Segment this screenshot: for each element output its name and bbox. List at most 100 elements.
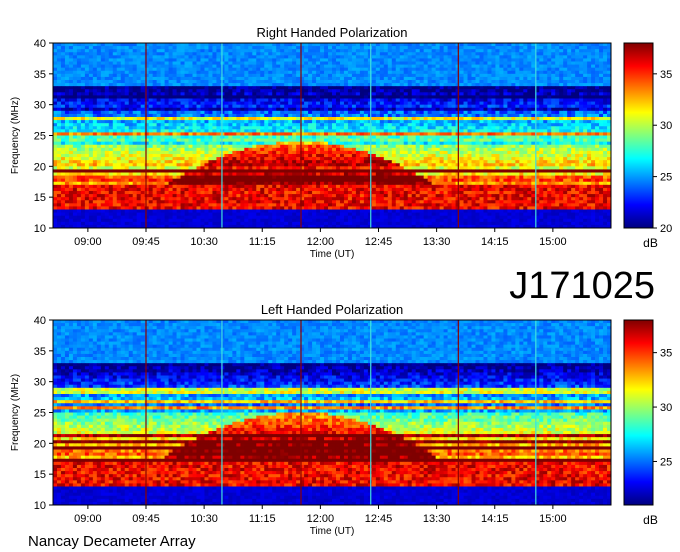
spectrogram-cell [152, 150, 158, 155]
spectrogram-cell [164, 110, 169, 115]
spectrogram-cell [451, 73, 456, 78]
spectrogram-cell [116, 110, 122, 115]
spectrogram-cell [343, 83, 349, 87]
spectrogram-cell [543, 98, 548, 102]
spectrogram-cell [363, 80, 369, 84]
spectrogram-cell [68, 147, 74, 152]
spectrogram-cell [320, 101, 325, 106]
spectrogram-cell [335, 86, 341, 90]
spectrogram-cell [156, 123, 162, 127]
spectrogram-cell [120, 138, 126, 143]
spectrogram-cell [184, 126, 189, 130]
spectrogram-cell [359, 132, 365, 136]
spectrogram-cell [483, 138, 488, 143]
spectrogram-cell [543, 113, 548, 118]
spectrogram-cell [324, 43, 329, 47]
spectrogram-cell [228, 86, 233, 90]
spectrogram-cell [411, 86, 417, 90]
spectrogram-cell [367, 52, 373, 56]
spectrogram-cell [200, 61, 205, 65]
spectrogram-cell [276, 58, 281, 62]
spectrogram-cell [439, 123, 444, 127]
spectrogram-cell [451, 89, 456, 93]
spectrogram-cell [324, 70, 329, 75]
spectrogram-cell [523, 147, 528, 152]
spectrogram-cell [248, 64, 253, 69]
spectrogram-cell [228, 107, 233, 112]
spectrogram-cell [523, 49, 528, 53]
spectrogram-cell [192, 110, 197, 115]
spectrogram-cell [104, 70, 110, 75]
spectrogram-cell [599, 67, 604, 72]
spectrogram-cell [343, 123, 349, 127]
spectrogram-cell [487, 61, 492, 65]
spectrogram-cell [467, 61, 472, 65]
spectrogram-cell [216, 89, 221, 93]
spectrogram-cell [443, 135, 448, 139]
spectrogram-cell [411, 70, 417, 75]
spectrogram-cell [471, 144, 476, 149]
spectrogram-cell [399, 86, 405, 90]
spectrogram-cell [579, 58, 584, 62]
spectrogram-cell [595, 83, 600, 87]
spectrogram-cell [200, 117, 205, 121]
spectrogram-cell [563, 107, 568, 112]
spectrogram-cell [144, 147, 150, 152]
spectrogram-cell [224, 64, 229, 69]
spectrogram-cell [423, 120, 429, 124]
spectrogram-cell [447, 126, 452, 130]
spectrogram-cell [332, 55, 337, 59]
spectrogram-cell [128, 64, 134, 69]
spectrogram-cell [451, 92, 456, 96]
spectrogram-cell [479, 58, 484, 62]
spectrogram-cell [184, 98, 189, 102]
spectrogram-cell [579, 61, 584, 65]
spectrogram-cell [148, 83, 154, 87]
spectrogram-cell [447, 86, 452, 90]
spectrogram-cell [395, 101, 401, 106]
spectrogram-cell [172, 61, 177, 65]
spectrogram-cell [407, 86, 413, 90]
spectrogram-cell [212, 120, 217, 124]
spectrogram-cell [487, 49, 492, 53]
spectrogram-cell [427, 52, 433, 56]
spectrogram-cell [463, 76, 468, 81]
spectrogram-cell [539, 138, 544, 143]
spectrogram-cell [603, 95, 608, 99]
spectrogram-cell [68, 141, 74, 146]
spectrogram-cell [288, 55, 293, 59]
spectrogram-cell [347, 49, 353, 53]
spectrogram-cell [132, 141, 138, 146]
spectrogram-cell [587, 92, 592, 96]
spectrogram-cell [595, 55, 600, 59]
spectrogram-cell [507, 83, 512, 87]
spectrogram-cell [471, 76, 476, 81]
spectrogram-cell [96, 138, 102, 143]
spectrogram-cell [176, 58, 181, 62]
spectrogram-cell [112, 141, 118, 146]
spectrogram-cell [375, 55, 381, 59]
spectrogram-cell [132, 95, 138, 99]
spectrogram-cell [236, 144, 241, 149]
spectrogram-cell [599, 95, 604, 99]
spectrogram-cell [220, 92, 225, 96]
spectrogram-cell [467, 117, 472, 121]
spectrogram-cell [332, 147, 337, 152]
spectrogram-cell [324, 150, 329, 155]
spectrogram-cell [76, 61, 82, 65]
spectrogram-cell [272, 126, 277, 130]
spectrogram-cell [347, 129, 353, 133]
spectrogram-cell [563, 104, 568, 109]
spectrogram-cell [379, 123, 385, 127]
spectrogram-cell [216, 113, 221, 118]
spectrogram-cell [451, 52, 456, 56]
spectrogram-cell [176, 141, 181, 146]
spectrogram-cell [236, 76, 241, 81]
spectrogram-cell [164, 104, 169, 109]
spectrogram-cell [507, 52, 512, 56]
spectrogram-cell [140, 123, 146, 127]
spectrogram-cell [212, 64, 217, 69]
spectrogram-cell [136, 101, 142, 106]
spectrogram-cell [363, 58, 369, 62]
spectrogram-cell [591, 101, 596, 106]
